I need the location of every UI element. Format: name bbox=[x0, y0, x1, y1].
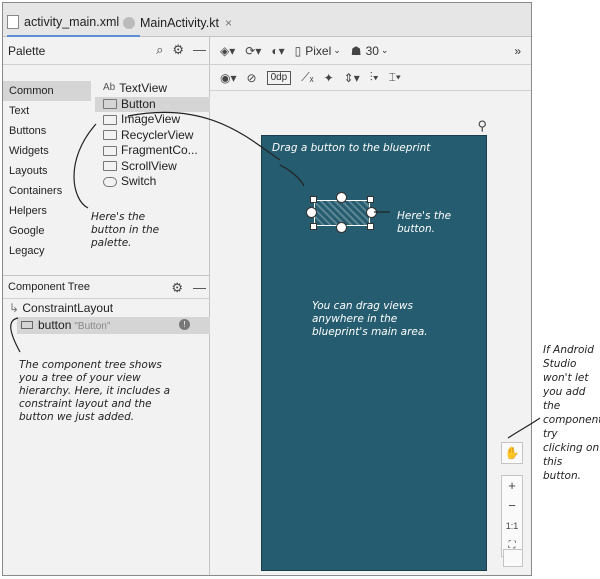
device-icon[interactable]: ▯ bbox=[295, 44, 302, 58]
resize-handle[interactable] bbox=[367, 223, 374, 230]
close-icon[interactable]: × bbox=[225, 16, 232, 30]
minimize-icon[interactable]: — bbox=[193, 280, 206, 296]
palette-item-fragment[interactable]: FragmentCo... bbox=[95, 143, 210, 159]
blueprint[interactable]: Drag a button to the blueprint Here's th… bbox=[261, 135, 487, 571]
button-icon bbox=[103, 99, 117, 110]
overflow-icon[interactable]: » bbox=[514, 44, 521, 58]
annotation-drag-views: You can drag views anywhere in the bluep… bbox=[312, 300, 428, 338]
tab-label: MainActivity.kt bbox=[140, 16, 219, 30]
design-toolbar: ◈▾ ⟳▾ ◐▾ ▯ Pixel ⌄ ☗ 30 ⌄ » bbox=[210, 37, 531, 65]
palette-item-imageview[interactable]: ImageView bbox=[95, 112, 210, 128]
category-legacy[interactable]: Legacy bbox=[3, 241, 91, 261]
default-margin-field[interactable]: 0dp bbox=[266, 70, 292, 85]
chevron-down-icon: ⌄ bbox=[333, 45, 341, 55]
palette-categories: Common Text Buttons Widgets Layouts Cont… bbox=[3, 81, 91, 261]
design-area: ◈▾ ⟳▾ ◐▾ ▯ Pixel ⌄ ☗ 30 ⌄ » ◉▾ ⊘ 0dp ⟋ₓ ✦ … bbox=[210, 37, 531, 575]
switch-icon bbox=[103, 176, 117, 187]
resize-handle[interactable] bbox=[310, 196, 317, 203]
palette-item-button[interactable]: Button bbox=[95, 96, 210, 112]
gear-icon[interactable]: ⚙ bbox=[171, 280, 183, 296]
resize-handle[interactable] bbox=[310, 223, 317, 230]
annotation-side: If Android Studio won't let you add the … bbox=[543, 344, 600, 482]
image-icon bbox=[103, 114, 117, 125]
left-panel: Palette ⌕ ⚙ — Common Text Buttons Widget… bbox=[3, 37, 210, 575]
android-icon: ☗ bbox=[350, 43, 362, 58]
editor-tab-bar: activity_main.xml × MainActivity.kt × bbox=[3, 3, 531, 37]
resize-handle[interactable] bbox=[367, 196, 374, 203]
annotation-here-button: Here's the button. bbox=[397, 210, 452, 235]
component-tree-header: Component Tree ⚙ — bbox=[3, 275, 210, 299]
layers-icon[interactable]: ◈▾ bbox=[220, 44, 235, 58]
fragment-icon bbox=[103, 145, 117, 156]
tab-activity-main[interactable]: activity_main.xml × bbox=[7, 9, 141, 37]
ide-window: activity_main.xml × MainActivity.kt × Pa… bbox=[2, 2, 532, 576]
tab-label: activity_main.xml bbox=[24, 15, 120, 29]
device-select[interactable]: Pixel bbox=[305, 44, 331, 58]
tree-node-button[interactable]: button "Button" ! bbox=[17, 317, 210, 334]
category-buttons[interactable]: Buttons bbox=[3, 121, 91, 141]
zoom-actual-button[interactable]: 1:1 bbox=[502, 516, 522, 536]
category-text[interactable]: Text bbox=[3, 101, 91, 121]
scroll-icon bbox=[103, 161, 117, 172]
category-helpers[interactable]: Helpers bbox=[3, 201, 91, 221]
zoom-controls: + − 1:1 ⛶ bbox=[501, 475, 523, 557]
layout-icon: ↳ bbox=[9, 301, 23, 315]
constraint-anchor[interactable] bbox=[336, 192, 347, 203]
guidelines-icon[interactable]: ⌶▾ bbox=[389, 70, 401, 85]
eye-icon[interactable]: ◉▾ bbox=[220, 71, 237, 85]
palette-header: Palette ⌕ ⚙ — bbox=[3, 37, 210, 65]
infer-constraints-icon[interactable]: ✦ bbox=[324, 71, 334, 85]
pan-hand-button[interactable]: ✋ bbox=[501, 442, 523, 464]
list-icon bbox=[103, 130, 117, 141]
minimize-icon[interactable]: — bbox=[193, 42, 206, 58]
annotation-palette: Here's the button in the palette. bbox=[91, 211, 160, 249]
palette-items: Ab TextView Button ImageView RecyclerView… bbox=[95, 81, 210, 190]
warning-icon[interactable]: ! bbox=[179, 319, 190, 330]
annotation-drag: Drag a button to the blueprint bbox=[272, 142, 431, 154]
button-icon bbox=[21, 321, 33, 329]
xml-file-icon bbox=[7, 15, 19, 29]
palette-item-scrollview[interactable]: ScrollView bbox=[95, 159, 210, 175]
search-icon[interactable]: ⌕ bbox=[156, 42, 163, 58]
category-containers[interactable]: Containers bbox=[3, 181, 91, 201]
category-google[interactable]: Google bbox=[3, 221, 91, 241]
category-layouts[interactable]: Layouts bbox=[3, 161, 91, 181]
api-select[interactable]: 30 bbox=[366, 44, 379, 58]
tab-main-activity[interactable]: MainActivity.kt × bbox=[123, 9, 232, 37]
pack-icon[interactable]: ⇕▾ bbox=[344, 71, 360, 85]
theme-icon[interactable]: ◐▾ bbox=[271, 44, 284, 58]
palette-title: Palette bbox=[8, 44, 46, 58]
textview-icon: Ab bbox=[103, 81, 116, 93]
zoom-in-button[interactable]: + bbox=[502, 476, 522, 496]
align-icon[interactable]: ⫶▾ bbox=[370, 70, 379, 85]
palette-item-switch[interactable]: Switch bbox=[95, 174, 210, 190]
orientation-icon[interactable]: ⟳▾ bbox=[245, 44, 261, 58]
category-common[interactable]: Common bbox=[3, 81, 91, 101]
constraint-anchor[interactable] bbox=[366, 207, 377, 218]
palette-item-recyclerview[interactable]: RecyclerView bbox=[95, 128, 210, 144]
constraint-anchor[interactable] bbox=[336, 222, 347, 233]
gear-icon[interactable]: ⚙ bbox=[172, 42, 184, 58]
zoom-out-button[interactable]: − bbox=[502, 496, 522, 516]
component-tree-title: Component Tree bbox=[8, 281, 90, 293]
palette-item-textview[interactable]: Ab TextView bbox=[95, 81, 210, 97]
pin-icon[interactable]: ⚲ bbox=[477, 118, 487, 134]
kotlin-file-icon bbox=[123, 17, 135, 29]
magnet-icon[interactable]: ⊘ bbox=[247, 71, 257, 85]
resize-corner-icon[interactable] bbox=[503, 549, 523, 567]
category-widgets[interactable]: Widgets bbox=[3, 141, 91, 161]
annotation-component-tree: The component tree shows you a tree of y… bbox=[19, 359, 171, 423]
chevron-down-icon: ⌄ bbox=[380, 45, 389, 55]
tree-node-constraintlayout[interactable]: ↳ ConstraintLayout bbox=[9, 301, 113, 315]
constraint-anchor[interactable] bbox=[306, 207, 317, 218]
clear-constraints-icon[interactable]: ⟋ₓ bbox=[301, 70, 313, 85]
constraint-toolbar: ◉▾ ⊘ 0dp ⟋ₓ ✦ ⇕▾ ⫶▾ ⌶▾ bbox=[210, 65, 531, 91]
